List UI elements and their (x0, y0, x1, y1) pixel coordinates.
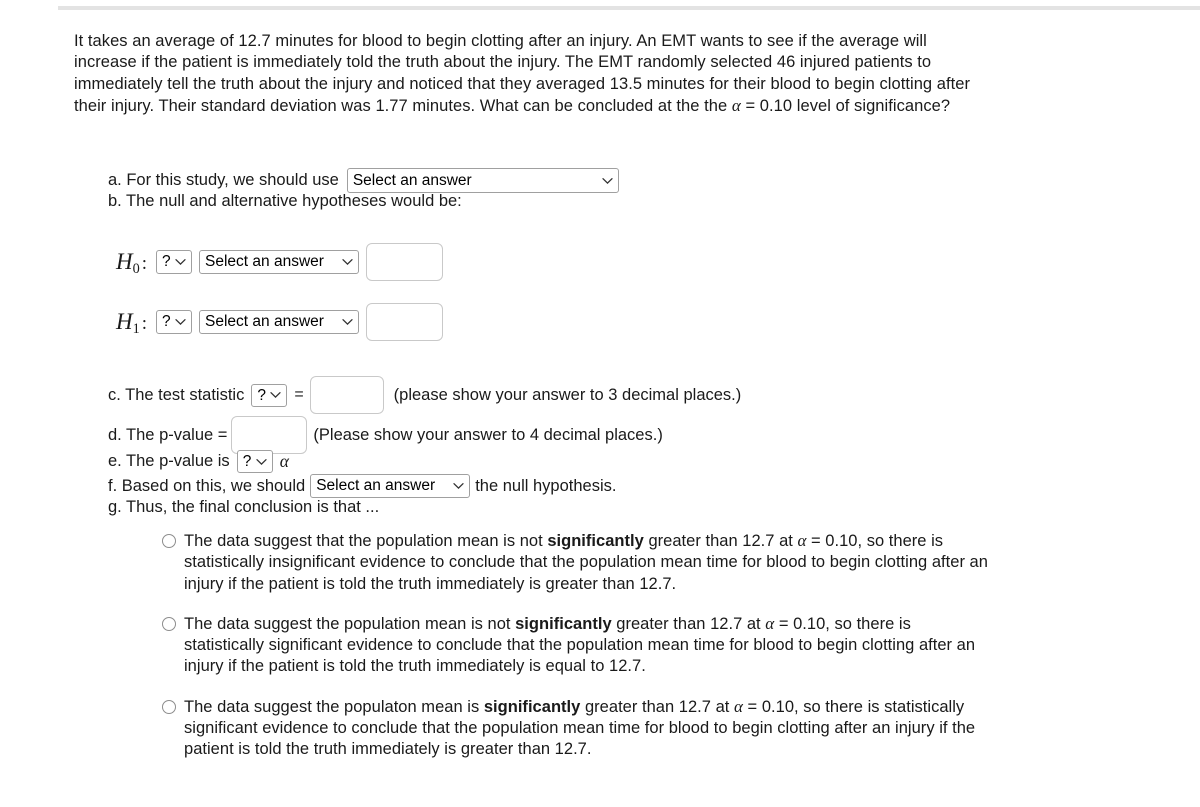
null-hypothesis-row: H0: ? Select an answer (116, 243, 444, 281)
alt-parameter-select[interactable]: Select an answer (199, 310, 360, 334)
h-symbol: H (116, 249, 133, 274)
h-symbol: H (116, 309, 133, 334)
item-a-label: a. For this study, we should use (108, 171, 339, 189)
conclusion-option-1-text: The data suggest that the population mea… (184, 530, 992, 595)
null-operator-select[interactable]: ? (156, 250, 193, 274)
conclusion-radio-2[interactable] (162, 616, 176, 631)
p-value-input[interactable] (231, 416, 308, 454)
alpha-symbol: α (731, 95, 741, 115)
p-value-comparison-select[interactable]: ? (236, 450, 273, 473)
alpha-symbol: α (765, 613, 775, 633)
decision-select[interactable]: Select an answer (310, 474, 471, 498)
item-g-label: g. Thus, the final conclusion is that ..… (108, 498, 380, 516)
item-e-row: e. The p-value is ? α (108, 450, 289, 473)
item-f-row: f. Based on this, we should Select an an… (108, 474, 616, 498)
h-subscript: 1 (132, 320, 140, 337)
decision-select-wrapper[interactable]: Select an answer (310, 474, 471, 498)
top-divider-bar (58, 6, 1200, 10)
null-parameter-select[interactable]: Select an answer (199, 250, 360, 274)
opt3-bold: significantly (483, 697, 581, 716)
test-statistic-select-wrapper[interactable]: ? (251, 383, 288, 407)
study-type-select[interactable]: Select an answer (346, 168, 619, 193)
alt-hypothesis-label: H1: (116, 309, 148, 337)
item-d-label: d. The p-value = (108, 425, 228, 444)
item-c-row: c. The test statistic ? = (please show y… (108, 376, 741, 414)
alpha-symbol: α (279, 451, 289, 471)
alt-value-input[interactable] (366, 303, 444, 341)
null-operator-select-wrapper[interactable]: ? (156, 250, 193, 274)
test-statistic-select[interactable]: ? (251, 383, 288, 407)
null-hypothesis-label: H0: (116, 249, 148, 277)
study-type-select-wrapper[interactable]: Select an answer (346, 168, 619, 193)
opt3-part2: greater than 12.7 at (580, 697, 734, 716)
list-item[interactable]: The data suggest that the population mea… (162, 530, 992, 595)
h-subscript: 0 (132, 260, 140, 277)
item-b-label: b. The null and alternative hypotheses w… (108, 192, 462, 210)
conclusion-option-2-text: The data suggest the population mean is … (184, 613, 992, 678)
item-a-row: a. For this study, we should use Select … (108, 168, 619, 193)
problem-statement: It takes an average of 12.7 minutes for … (74, 31, 986, 117)
equals-sign: = (294, 386, 304, 403)
alt-operator-select[interactable]: ? (156, 310, 193, 334)
opt1-part2: greater than 12.7 at (643, 532, 798, 550)
opt2-part2: greater than 12.7 at (611, 614, 766, 633)
alt-hypothesis-row: H1: ? Select an answer (116, 303, 444, 341)
p-value-comparison-select-wrapper[interactable]: ? (236, 450, 273, 473)
opt1-part1: The data suggest that the population mea… (184, 532, 548, 550)
list-item[interactable]: The data suggest the populaton mean is s… (162, 696, 992, 761)
item-d-row: d. The p-value = (Please show your answe… (108, 416, 663, 454)
conclusion-option-3-text: The data suggest the populaton mean is s… (184, 696, 992, 761)
opt1-bold: significantly (547, 532, 644, 550)
opt2-bold: significantly (515, 614, 612, 633)
null-value-input[interactable] (366, 243, 444, 281)
item-c-label: c. The test statistic (108, 385, 245, 404)
conclusion-radio-3[interactable] (162, 699, 176, 714)
h-colon: : (141, 253, 148, 274)
conclusion-radio-1[interactable] (162, 534, 176, 548)
alpha-symbol: α (734, 696, 743, 716)
item-f-label-before: f. Based on this, we should (108, 476, 306, 495)
item-d-note: (Please show your answer to 4 decimal pl… (313, 425, 663, 444)
conclusion-options-group: The data suggest that the population mea… (162, 530, 992, 761)
item-e-label: e. The p-value is (108, 452, 230, 470)
test-statistic-input[interactable] (309, 376, 384, 414)
alt-operator-select-wrapper[interactable]: ? (156, 310, 193, 334)
h-colon: : (141, 313, 148, 334)
item-c-note: (please show your answer to 3 decimal pl… (393, 385, 742, 404)
item-f-label-after: the null hypothesis. (475, 476, 617, 495)
alt-parameter-select-wrapper[interactable]: Select an answer (199, 310, 360, 334)
null-parameter-select-wrapper[interactable]: Select an answer (199, 250, 360, 274)
problem-text-part2: = 0.10 level of significance? (740, 96, 951, 115)
opt2-part1: The data suggest the population mean is … (184, 614, 516, 633)
list-item[interactable]: The data suggest the population mean is … (162, 613, 992, 678)
opt3-part1: The data suggest the populaton mean is (184, 697, 484, 716)
